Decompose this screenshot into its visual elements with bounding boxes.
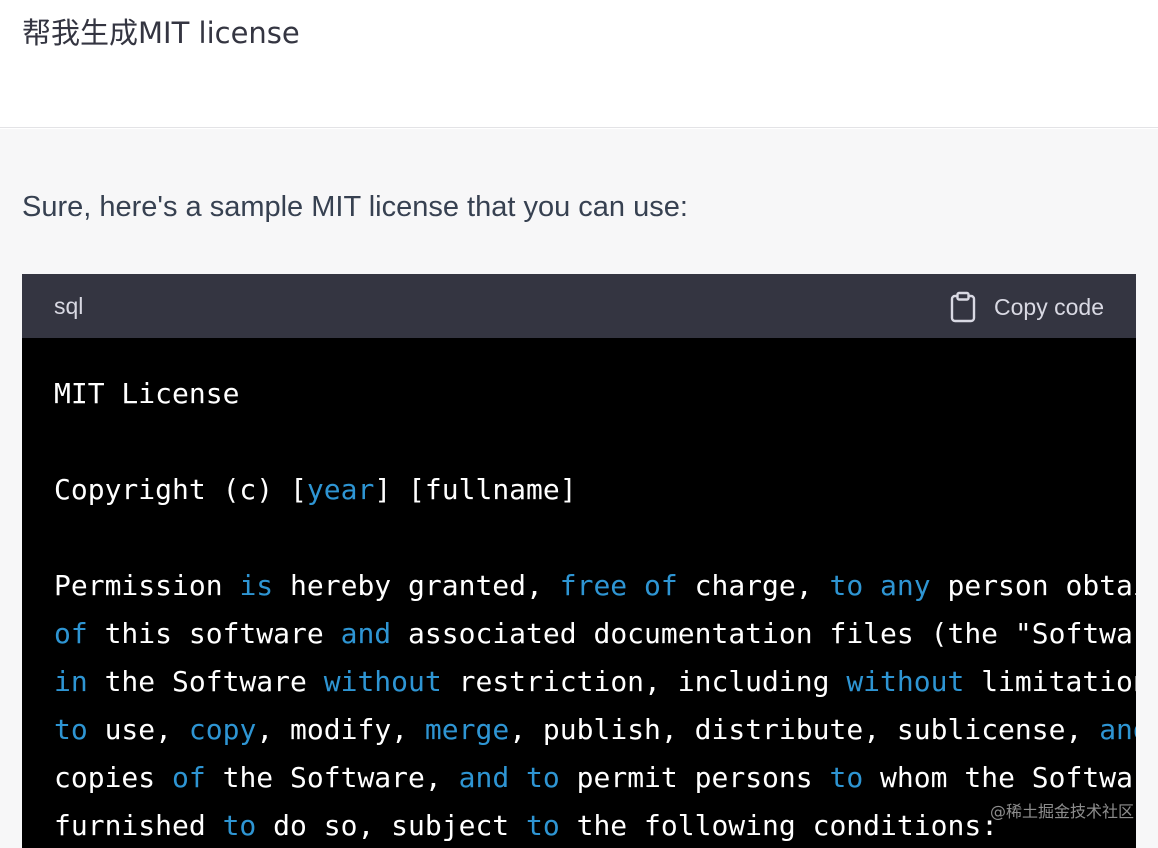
code-token: ] [fullname] [374,473,577,506]
code-keyword: and [1099,713,1136,746]
code-keyword: and [458,761,510,794]
code-line: MIT License [54,370,1136,418]
code-token: hereby granted, [273,569,560,602]
code-keyword: year [306,473,375,506]
code-keyword: copy [188,713,257,746]
copy-code-label: Copy code [994,294,1104,320]
code-language-label: sql [54,293,84,319]
code-token: the Software [87,665,324,698]
code-token: MIT License [54,377,240,410]
assistant-intro-text: Sure, here's a sample MIT license that y… [22,191,688,223]
code-token: furnished [54,809,223,842]
code-line: copies of the Software, and to permit pe… [54,754,1136,802]
user-message-text: 帮我生成MIT license [22,16,300,50]
clipboard-icon [950,291,976,323]
code-keyword: of [54,617,88,650]
code-keyword: to [829,569,864,602]
code-keyword: merge [424,713,510,746]
code-keyword: is [239,569,274,602]
code-line: Copyright (c) [year] [fullname] [54,466,1136,514]
watermark: @稀土掘金技术社区 [989,802,1134,821]
code-keyword: any [880,569,931,602]
code-block-header: sql Copy code [22,274,1136,338]
code-keyword: of [172,761,206,794]
code-line: Permission is hereby granted, free of ch… [54,562,1136,610]
code-line: furnished to do so, subject to the follo… [54,802,1136,848]
code-token: person obtai [930,569,1136,602]
code-token: , publish, distribute, sublicense, [509,713,1100,746]
code-token: this software [87,617,341,650]
code-keyword: to [526,809,560,842]
code-token: Copyright (c) [ [54,473,307,506]
code-line: in the Software without restriction, inc… [54,658,1136,706]
code-token: use, [87,713,189,746]
code-keyword: without [323,665,442,698]
code-keyword: and [340,617,392,650]
code-keyword: of [644,569,678,602]
code-line: to use, copy, modify, merge, publish, di… [54,706,1136,754]
code-token: copies [54,761,173,794]
code-content: MIT License Copyright (c) [year] [fullnam… [54,370,1136,848]
code-token: do so, subject [256,809,527,842]
code-keyword: in [54,665,88,698]
code-token: restriction, including [441,665,847,698]
user-message: 帮我生成MIT license [0,0,1158,128]
code-token: , modify, [256,713,425,746]
code-token: the Software, [205,761,459,794]
code-keyword: to [829,761,864,794]
code-token: the following conditions: [559,809,999,842]
assistant-message: Sure, here's a sample MIT license that y… [0,129,1158,848]
code-keyword: to [54,713,88,746]
code-keyword: to [222,809,257,842]
copy-code-button[interactable]: Copy code [950,290,1104,324]
code-token: limitation [964,665,1136,698]
code-keyword: to [526,761,560,794]
code-keyword: free [559,569,628,602]
code-token: charge, [677,569,830,602]
code-token: associated documentation files (the "Sof… [391,617,1136,650]
code-token: Permission [54,569,240,602]
code-block: sql Copy code MIT License Copyright (c) [… [22,274,1136,848]
code-line: of this software and associated document… [54,610,1136,658]
code-token: permit persons [559,761,830,794]
code-keyword: without [846,665,965,698]
code-token: whom the Softwar [863,761,1136,794]
